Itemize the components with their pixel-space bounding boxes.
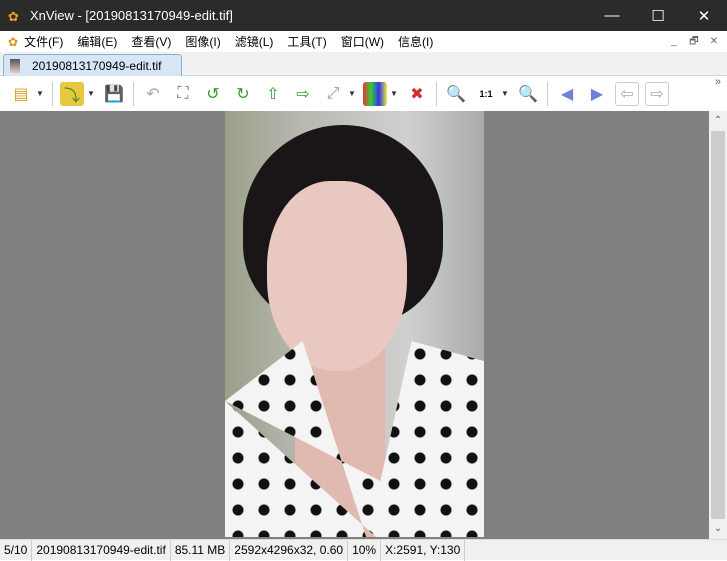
previous-icon[interactable]: ◀ bbox=[555, 82, 579, 106]
chevron-down-icon[interactable]: ▼ bbox=[390, 89, 398, 98]
open-folder-icon[interactable]: ⤵ bbox=[60, 81, 84, 106]
first-page-icon[interactable]: ⇦ bbox=[615, 81, 639, 106]
scroll-thumb[interactable] bbox=[711, 131, 725, 519]
close-button[interactable]: ✕ bbox=[681, 0, 727, 31]
save-icon[interactable]: 💾 bbox=[102, 82, 126, 106]
status-filesize: 85.11 MB bbox=[171, 539, 231, 561]
xnview-logo-icon: ✿ bbox=[8, 8, 19, 24]
menu-info[interactable]: 信息(I) bbox=[398, 33, 433, 50]
flip-horizontal-icon[interactable]: ⇨ bbox=[291, 82, 315, 106]
toolbar: ▤ ▼ ⤵ ▼ 💾 ↶ ⛶ ↺ ↻ ⇧ ⇨ ⤢ ▼ ▼ ✖ 🔍 1:1 ▼ 🔍 ◀ ▶ … bbox=[0, 76, 727, 111]
zoom-out-icon[interactable]: 🔍 bbox=[516, 82, 540, 106]
mdi-restore-button[interactable]: 🗗 bbox=[685, 33, 703, 50]
menu-filter[interactable]: 滤镜(L) bbox=[235, 33, 274, 50]
menu-file[interactable]: 文件(F) bbox=[24, 33, 63, 50]
separator bbox=[133, 81, 134, 106]
vertical-scrollbar[interactable]: ⌃ ⌄ bbox=[709, 111, 727, 539]
mdi-close-button[interactable]: ✕ bbox=[705, 33, 723, 50]
minimize-button[interactable]: — bbox=[589, 0, 635, 31]
menu-tools[interactable]: 工具(T) bbox=[287, 33, 326, 50]
flip-vertical-icon[interactable]: ⇧ bbox=[261, 82, 285, 106]
separator bbox=[436, 81, 437, 106]
window-title: XnView - [20190813170949-edit.tif] bbox=[30, 8, 233, 23]
status-dimensions: 2592x4296x32, 0.60 bbox=[230, 539, 349, 561]
mdi-minimize-button[interactable]: _ bbox=[665, 33, 683, 50]
zoom-in-icon[interactable]: 🔍 bbox=[444, 82, 468, 106]
chevron-down-icon[interactable]: ▼ bbox=[501, 89, 509, 98]
toolbar-overflow-button[interactable]: » bbox=[715, 76, 721, 88]
menu-edit[interactable]: 编辑(E) bbox=[77, 33, 117, 50]
menu-image[interactable]: 图像(I) bbox=[185, 33, 220, 50]
crop-icon[interactable]: ⛶ bbox=[171, 82, 195, 106]
status-index: 5/10 bbox=[0, 539, 33, 561]
status-filename: 20190813170949-edit.tif bbox=[32, 539, 171, 561]
maximize-button[interactable]: ☐ bbox=[635, 0, 681, 31]
separator bbox=[547, 81, 548, 106]
tab-image[interactable]: 20190813170949-edit.tif bbox=[3, 54, 182, 77]
zoom-1to1-icon[interactable]: 1:1 bbox=[474, 82, 498, 106]
undo-icon[interactable]: ↶ bbox=[141, 82, 165, 106]
menu-window[interactable]: 窗口(W) bbox=[341, 33, 384, 50]
chevron-down-icon[interactable]: ▼ bbox=[87, 89, 95, 98]
menu-bar: ✿ 文件(F) 编辑(E) 查看(V) 图像(I) 滤镜(L) 工具(T) 窗口… bbox=[0, 31, 727, 52]
browser-icon[interactable]: ▤ bbox=[9, 82, 33, 106]
red-eye-icon[interactable]: ✖ bbox=[405, 82, 429, 106]
next-icon[interactable]: ▶ bbox=[585, 82, 609, 106]
chevron-down-icon[interactable]: ▼ bbox=[348, 89, 356, 98]
document-menu-icon[interactable]: ✿ bbox=[8, 35, 18, 49]
menu-view[interactable]: 查看(V) bbox=[131, 33, 171, 50]
status-bar: 5/10 20190813170949-edit.tif 85.11 MB 25… bbox=[0, 539, 727, 561]
status-coords: X:2591, Y:130 bbox=[381, 539, 466, 561]
chevron-down-icon[interactable]: ▼ bbox=[36, 89, 44, 98]
tab-label: 20190813170949-edit.tif bbox=[32, 59, 162, 73]
scroll-down-icon[interactable]: ⌄ bbox=[709, 519, 727, 539]
last-page-icon[interactable]: ⇨ bbox=[645, 81, 669, 106]
rotate-right-icon[interactable]: ↻ bbox=[231, 82, 255, 106]
separator bbox=[52, 81, 53, 106]
rotate-left-icon[interactable]: ↺ bbox=[201, 82, 225, 106]
color-adjust-icon[interactable] bbox=[363, 81, 387, 106]
image-viewer[interactable] bbox=[0, 111, 709, 539]
photo bbox=[225, 111, 484, 537]
status-zoom: 10% bbox=[348, 539, 382, 561]
tab-bar: 20190813170949-edit.tif bbox=[0, 52, 727, 77]
title-bar: ✿ XnView - [20190813170949-edit.tif] — ☐… bbox=[0, 0, 727, 31]
resize-icon[interactable]: ⤢ bbox=[321, 82, 345, 106]
scroll-up-icon[interactable]: ⌃ bbox=[709, 111, 727, 131]
thumbnail-icon bbox=[10, 59, 20, 73]
